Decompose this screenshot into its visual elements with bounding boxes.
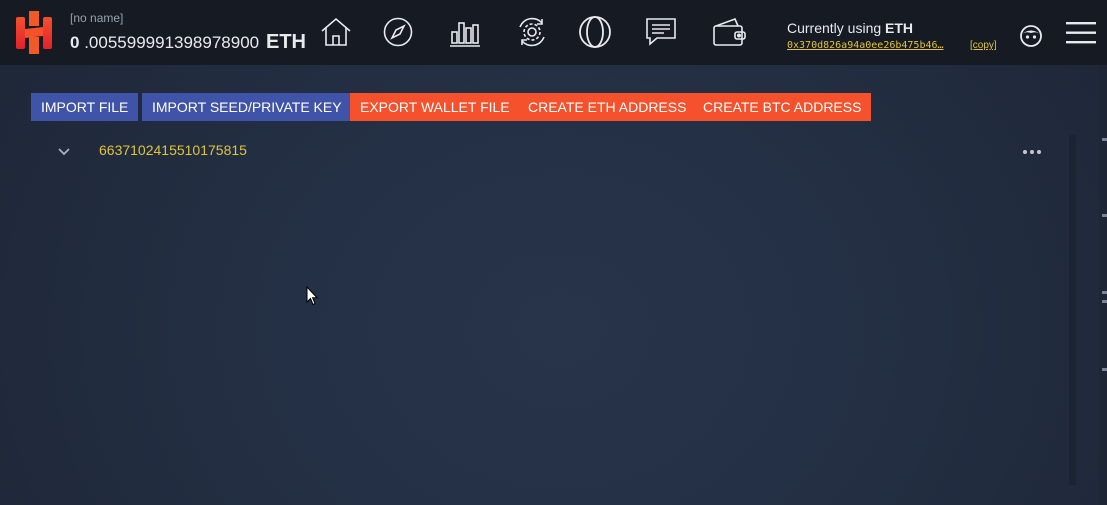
import-seed-button[interactable]: IMPORT SEED/PRIVATE KEY (142, 93, 352, 121)
scrollbar[interactable] (1069, 135, 1076, 485)
copy-address-link[interactable]: [copy] (970, 40, 997, 51)
export-wallet-button[interactable]: EXPORT WALLET FILE (350, 93, 520, 121)
compass-icon[interactable] (381, 15, 415, 49)
import-file-button[interactable]: IMPORT FILE (31, 93, 139, 121)
side-panel-edge (1099, 65, 1107, 505)
wallet-address[interactable]: 0x370d826a94a0ee26b475b46… (787, 40, 944, 51)
double-circle-icon[interactable] (576, 15, 614, 49)
balance-integer: 0 (70, 33, 80, 52)
wallet-icon[interactable] (711, 15, 747, 49)
app-logo-icon[interactable] (14, 11, 54, 54)
current-network-label: Currently using (787, 20, 886, 36)
side-panel-marker (1102, 214, 1107, 217)
wallet-name: [no name] (70, 11, 124, 25)
current-network: Currently using ETH (787, 20, 913, 36)
chevron-down-icon[interactable] (56, 145, 72, 159)
chat-icon[interactable] (644, 15, 678, 49)
refresh-gear-icon[interactable] (515, 15, 549, 49)
hamburger-menu-icon[interactable] (1066, 21, 1096, 45)
balance-fraction: .005599991398978900 (84, 33, 260, 52)
balance-currency: ETH (266, 31, 306, 53)
current-network-currency: ETH (885, 20, 914, 36)
create-btc-address-button[interactable]: CREATE BTC ADDRESS (693, 93, 872, 121)
wallet-id[interactable]: 6637102415510175815 (99, 142, 247, 158)
more-options-icon[interactable] (1020, 146, 1044, 158)
home-icon[interactable] (319, 15, 353, 49)
side-panel-marker (1102, 300, 1107, 303)
create-eth-address-button[interactable]: CREATE ETH ADDRESS (518, 93, 697, 121)
side-panel-marker (1102, 368, 1107, 371)
mouse-cursor-icon (306, 286, 318, 306)
balance: 0 .005599991398978900 (70, 33, 259, 53)
top-bar: [no name] 0 .005599991398978900 ETH Curr… (0, 0, 1107, 65)
user-avatar-icon[interactable] (1019, 24, 1043, 48)
bar-chart-icon[interactable] (448, 15, 482, 49)
side-panel-marker (1102, 291, 1107, 294)
side-panel-marker (1102, 138, 1107, 141)
